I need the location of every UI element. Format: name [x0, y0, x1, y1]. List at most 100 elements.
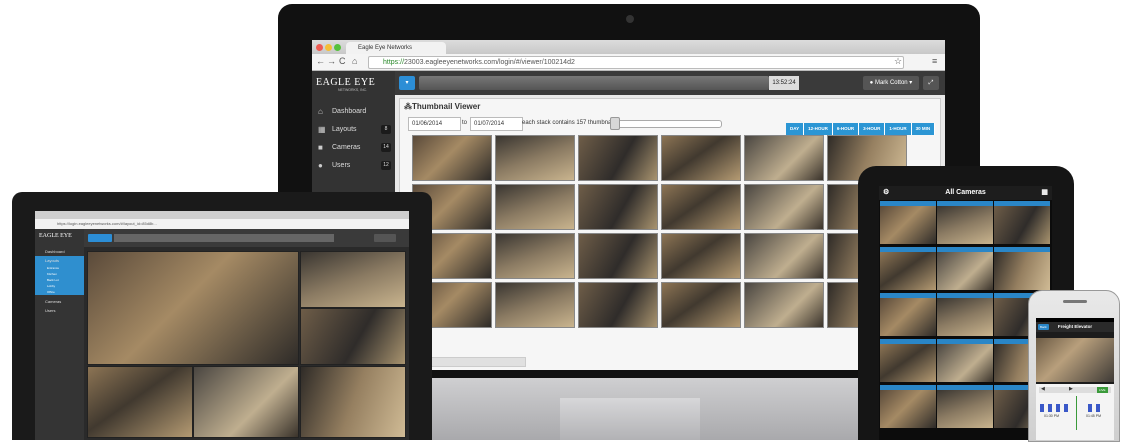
- event-marker[interactable]: [1088, 404, 1092, 412]
- sidebar-item-users[interactable]: ● Users 12: [312, 157, 395, 175]
- layout-dropdown-button[interactable]: ▾: [399, 76, 415, 90]
- play-icon[interactable]: ▶: [1069, 386, 1073, 392]
- tile-thumbnail: [937, 298, 993, 336]
- chevron-down-icon: ▾: [907, 80, 913, 86]
- slider-handle[interactable]: [610, 117, 620, 130]
- camera-thumbnail[interactable]: [495, 184, 575, 230]
- grid-view-icon[interactable]: ▦: [1041, 186, 1048, 200]
- date-to-input[interactable]: 01/07/2014: [470, 117, 523, 131]
- event-marker[interactable]: [1056, 404, 1060, 412]
- camera-thumbnail[interactable]: [495, 135, 575, 181]
- layouts-icon: ▦: [318, 125, 326, 134]
- phone-back-button[interactable]: Back: [1038, 324, 1049, 330]
- camera-thumbnail[interactable]: [495, 282, 575, 328]
- laptop-nav-cameras[interactable]: Cameras: [35, 297, 84, 306]
- camera-thumbnail[interactable]: [661, 184, 741, 230]
- forward-arrow-icon[interactable]: →: [327, 56, 336, 66]
- sidebar-item-label: Layouts: [332, 126, 357, 133]
- camera-thumbnail[interactable]: [744, 184, 824, 230]
- minimize-window-button[interactable]: [325, 44, 332, 51]
- star-icon[interactable]: ☆: [894, 56, 902, 67]
- tablet-camera-tile[interactable]: [880, 339, 936, 382]
- home-icon[interactable]: ⌂: [352, 56, 357, 66]
- phone-controls: ◀ ▶ LIVE: [1039, 386, 1111, 393]
- laptop-camera-view[interactable]: [87, 366, 193, 438]
- camera-thumbnail[interactable]: [578, 135, 658, 181]
- laptop-address-bar[interactable]: https://login.eagleeyenetworks.com/#/lay…: [35, 219, 409, 229]
- stack-slider[interactable]: [612, 120, 722, 128]
- previous-icon[interactable]: ◀: [1041, 386, 1045, 392]
- menu-icon[interactable]: ≡: [932, 56, 937, 66]
- back-arrow-icon[interactable]: ←: [316, 56, 325, 66]
- camera-thumbnail[interactable]: [661, 282, 741, 328]
- camera-thumbnail[interactable]: [744, 135, 824, 181]
- event-marker[interactable]: [1040, 404, 1044, 412]
- tablet-camera-tile[interactable]: [937, 293, 993, 336]
- camera-thumbnail[interactable]: [661, 233, 741, 279]
- camera-thumbnail[interactable]: [578, 184, 658, 230]
- tablet-camera-tile[interactable]: [880, 293, 936, 336]
- browser-urlbar: ← → C ⌂ https://23003.eagleeyenetworks.c…: [312, 54, 945, 71]
- phone-camera-view[interactable]: [1036, 338, 1114, 382]
- maximize-window-button[interactable]: [334, 44, 341, 51]
- tablet-camera-tile[interactable]: [880, 385, 936, 428]
- tablet-camera-tile[interactable]: [937, 385, 993, 428]
- range-1hour-button[interactable]: 1-HOUR: [885, 123, 912, 135]
- event-marker[interactable]: [1048, 404, 1052, 412]
- laptop-camera-view[interactable]: [193, 366, 299, 438]
- date-from-input[interactable]: 01/06/2014: [408, 117, 461, 131]
- user-menu-button[interactable]: ● Mark Cotton ▾: [863, 76, 919, 90]
- live-indicator[interactable]: LIVE: [1097, 387, 1108, 393]
- laptop-camera-view[interactable]: [300, 308, 406, 365]
- settings-icon[interactable]: ⚙: [883, 186, 889, 200]
- sidebar-item-cameras[interactable]: ■ Cameras 14: [312, 139, 395, 157]
- browser-tabbar: Eagle Eye Networks: [312, 40, 945, 54]
- laptop-camera-view[interactable]: [300, 366, 406, 438]
- camera-thumbnail[interactable]: [495, 233, 575, 279]
- laptop-nav-users[interactable]: Users: [35, 306, 84, 315]
- range-30min-button[interactable]: 30 MIN: [911, 123, 936, 135]
- range-3hour-button[interactable]: 3-HOUR: [859, 123, 886, 135]
- timeline-bar[interactable]: [419, 76, 769, 90]
- event-marker[interactable]: [1096, 404, 1100, 412]
- event-marker[interactable]: [1064, 404, 1068, 412]
- laptop-nav-dashboard[interactable]: Dashboard: [35, 247, 84, 256]
- tablet-camera-tile[interactable]: [937, 247, 993, 290]
- tablet-camera-tile[interactable]: [880, 201, 936, 244]
- tablet-screen: ⚙ All Cameras ▦: [879, 186, 1052, 440]
- tablet-camera-tile[interactable]: [994, 247, 1050, 290]
- address-bar[interactable]: https://23003.eagleeyenetworks.com/login…: [368, 56, 904, 69]
- close-window-button[interactable]: [316, 44, 323, 51]
- tablet-camera-tile[interactable]: [880, 247, 936, 290]
- laptop-camera-view[interactable]: [300, 251, 406, 308]
- laptop-camera-view[interactable]: [87, 251, 299, 365]
- camera-thumbnail[interactable]: [578, 282, 658, 328]
- playhead[interactable]: [1076, 396, 1077, 430]
- browser-tab[interactable]: Eagle Eye Networks: [346, 42, 446, 54]
- fullscreen-button[interactable]: ⤢: [923, 76, 939, 90]
- laptop-nav-layouts[interactable]: Layouts: [35, 256, 84, 265]
- laptop-layout-dropdown[interactable]: [88, 234, 112, 242]
- range-12hour-button[interactable]: 12-HOUR: [804, 123, 833, 135]
- camera-thumbnail[interactable]: [744, 282, 824, 328]
- phone-speaker: [1063, 300, 1087, 303]
- laptop-timeline-bar[interactable]: [114, 234, 334, 242]
- camera-thumbnail[interactable]: [578, 233, 658, 279]
- sidebar-item-layouts[interactable]: ▦ Layouts 8: [312, 121, 395, 139]
- tablet-camera-tile[interactable]: [937, 201, 993, 244]
- tile-thumbnail: [880, 298, 936, 336]
- app-logo: EAGLE EYE NETWORKS, INC.: [316, 77, 375, 92]
- tile-thumbnail: [994, 252, 1050, 290]
- tablet-camera-tile[interactable]: [937, 339, 993, 382]
- sidebar-item-dashboard[interactable]: ⌂ Dashboard: [312, 103, 395, 121]
- camera-thumbnail[interactable]: [744, 233, 824, 279]
- reload-icon[interactable]: C: [339, 56, 346, 66]
- tablet-camera-tile[interactable]: [994, 201, 1050, 244]
- laptop-user-button[interactable]: [374, 234, 396, 242]
- camera-thumbnail[interactable]: [661, 135, 741, 181]
- phone-screen: Freight Elevator Back ◀ ▶ LIVE 01:30 PM …: [1036, 318, 1114, 440]
- range-day-button[interactable]: DAY: [786, 123, 805, 135]
- laptop-layout-item[interactable]: Office: [35, 289, 84, 295]
- range-6hour-button[interactable]: 6-HOUR: [832, 123, 860, 135]
- camera-thumbnail[interactable]: [412, 135, 492, 181]
